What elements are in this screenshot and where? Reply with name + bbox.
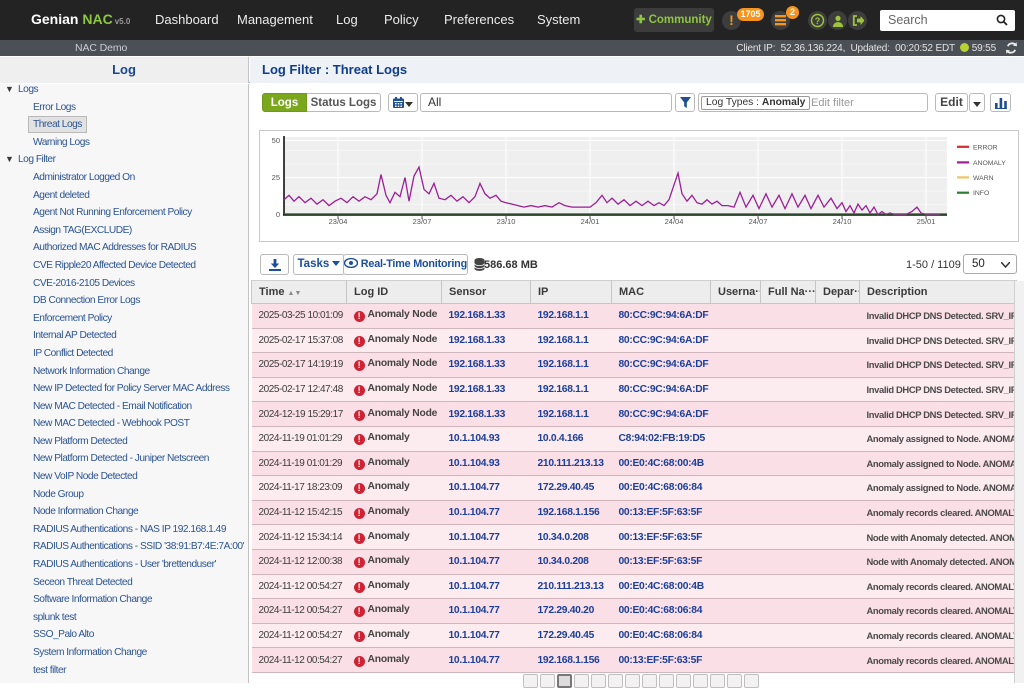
svg-text:24/10: 24/10 [833,217,852,226]
svg-text:0: 0 [276,210,280,219]
svg-text:24/01: 24/01 [581,217,600,226]
svg-text:25: 25 [272,173,280,182]
svg-text:24/04: 24/04 [665,217,684,226]
svg-text:25/01: 25/01 [917,217,936,226]
svg-text:ERROR: ERROR [973,144,998,151]
svg-text:?: ? [815,16,821,26]
svg-text:WARN: WARN [973,175,994,182]
svg-text:23/10: 23/10 [497,217,516,226]
svg-text:23/07: 23/07 [413,217,432,226]
svg-text:23/04: 23/04 [329,217,348,226]
svg-text:24/07: 24/07 [749,217,768,226]
svg-text:ANOMALY: ANOMALY [973,160,1006,167]
svg-text:INFO: INFO [973,190,989,197]
svg-text:50: 50 [272,136,280,145]
